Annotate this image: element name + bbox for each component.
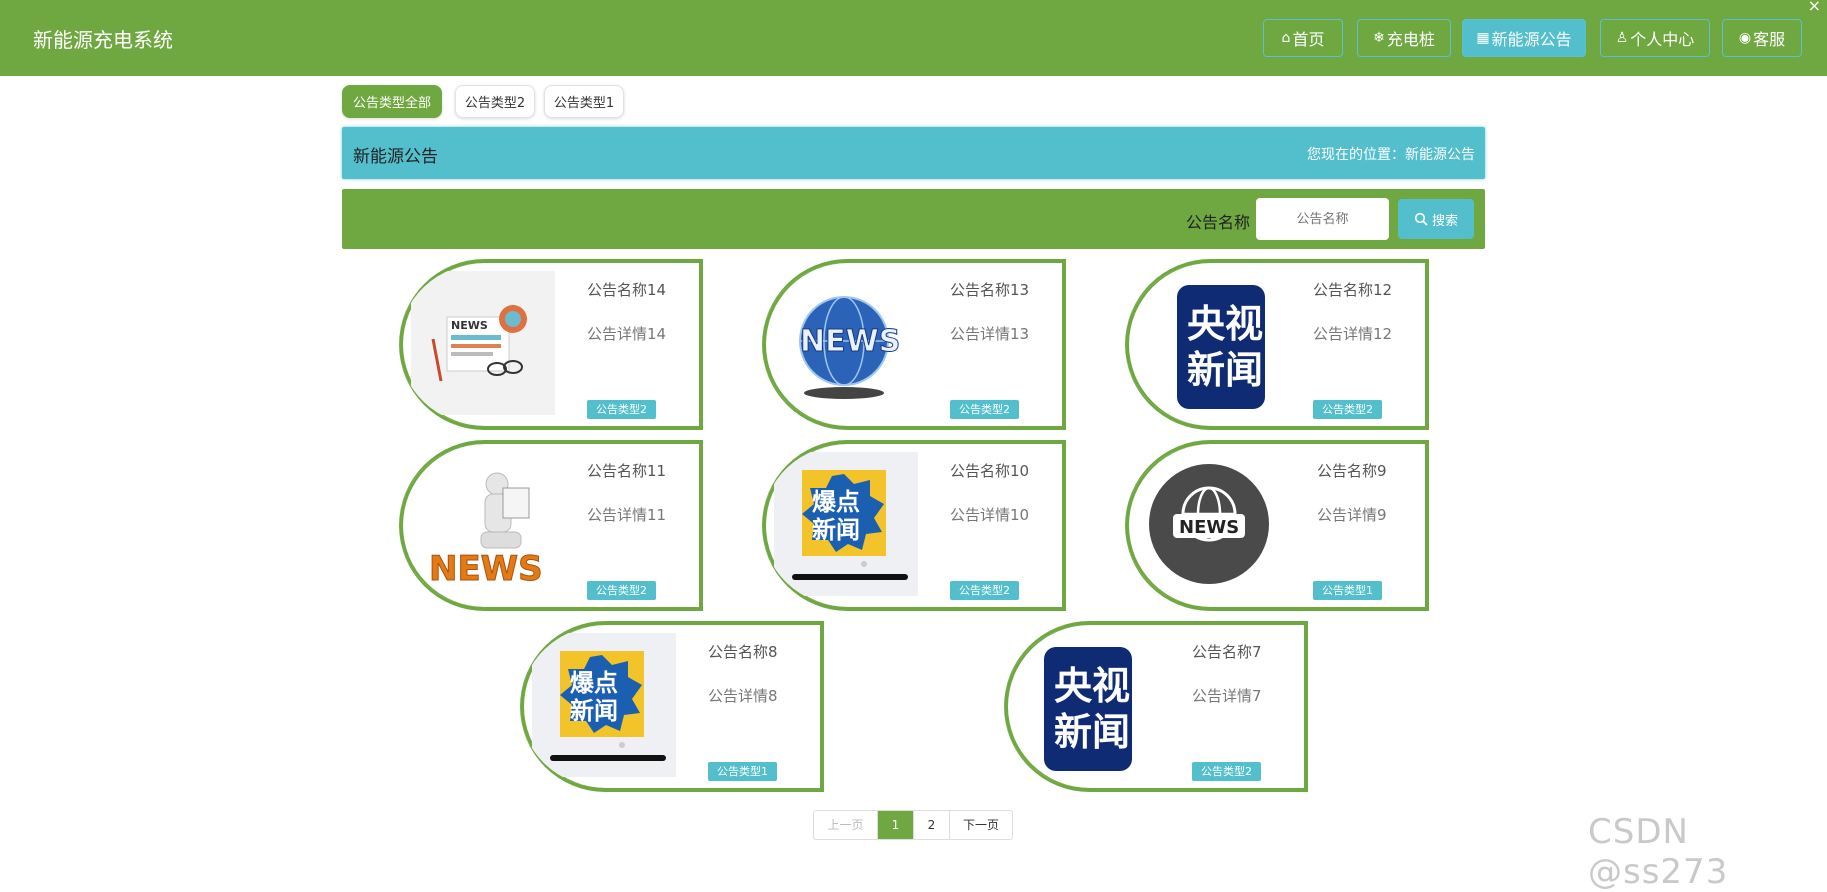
baodian-line1: 爆点	[812, 488, 860, 516]
nav-announcements[interactable]: ▦ 新能源公告	[1462, 19, 1586, 57]
card-detail: 公告详情12	[1313, 325, 1393, 343]
announcement-card[interactable]: NEWS 公告名称9 公告详情9 公告类型1	[1125, 440, 1429, 611]
card-type-badge: 公告类型1	[708, 762, 777, 781]
page-button-2[interactable]: 2	[914, 811, 950, 839]
search-bar: 公告名称 搜索	[342, 189, 1485, 249]
card-title: 公告名称13	[950, 281, 1030, 299]
cctv-news-image: 央视 新闻	[1137, 271, 1281, 415]
nav-home[interactable]: ⌂ 首页	[1263, 19, 1343, 57]
close-icon[interactable]: ×	[1808, 0, 1821, 15]
card-detail: 公告详情8	[708, 687, 778, 705]
news-reader-image: NEWS	[411, 452, 555, 596]
nav-charging-pile[interactable]: ❄ 充电桩	[1357, 19, 1451, 57]
home-icon: ⌂	[1281, 30, 1291, 46]
announcement-card[interactable]: 爆点 新闻 公告名称8 公告详情8 公告类型1	[520, 621, 824, 792]
card-title: 公告名称7	[1192, 643, 1262, 661]
cctv-line1: 央视	[1187, 302, 1263, 346]
card-detail: 公告详情13	[950, 325, 1030, 343]
section-title-bar: 新能源公告 您现在的位置：新能源公告	[342, 127, 1485, 179]
card-type-badge: 公告类型2	[950, 581, 1019, 600]
card-type-badge: 公告类型2	[950, 400, 1019, 419]
breadcrumb: 您现在的位置：新能源公告	[1307, 147, 1475, 163]
announcement-card[interactable]: 央视 新闻 公告名称12 公告详情12 公告类型2	[1125, 259, 1429, 430]
baodian-news-image: 爆点 新闻	[532, 633, 676, 777]
baodian-news-image: 爆点 新闻	[774, 452, 918, 596]
app-title: 新能源充电系统	[33, 28, 173, 52]
top-header: 新能源充电系统 ⌂ 首页 ❄ 充电桩 ▦ 新能源公告 ♙ 个人中心 ◉ 客服 ×	[0, 0, 1827, 76]
news-globe-image: NEWS	[774, 271, 918, 415]
watermark: CSDN @ss273	[1588, 812, 1729, 892]
support-icon: ◉	[1738, 30, 1752, 46]
announcement-card[interactable]: 央视 新闻 公告名称7 公告详情7 公告类型2	[1004, 621, 1308, 792]
nav-home-label: 首页	[1292, 30, 1325, 49]
user-icon: ♙	[1615, 30, 1629, 46]
news-reader-label: NEWS	[429, 549, 543, 589]
news-desk-image: NEWS	[411, 271, 555, 415]
card-detail: 公告详情9	[1317, 506, 1387, 524]
card-title: 公告名称10	[950, 462, 1030, 480]
news-desk-label: NEWS	[451, 319, 488, 332]
page-button-1[interactable]: 1	[878, 811, 914, 839]
baodian-line2: 新闻	[812, 516, 860, 544]
card-type-badge: 公告类型2	[1192, 762, 1261, 781]
card-type-badge: 公告类型2	[587, 400, 656, 419]
card-title: 公告名称8	[708, 643, 778, 661]
filter-tab-type1[interactable]: 公告类型1	[544, 85, 624, 118]
card-title: 公告名称12	[1313, 281, 1393, 299]
filter-tab-all[interactable]: 公告类型全部	[342, 85, 442, 118]
nav-charging-pile-label: 充电桩	[1386, 30, 1435, 49]
card-detail: 公告详情10	[950, 506, 1030, 524]
snowflake-icon: ❄	[1373, 30, 1385, 46]
card-detail: 公告详情14	[587, 325, 667, 343]
card-type-badge: 公告类型1	[1313, 581, 1382, 600]
nav-personal-center[interactable]: ♙ 个人中心	[1600, 19, 1710, 57]
card-title: 公告名称14	[587, 281, 667, 299]
news-circle-label: NEWS	[1179, 517, 1239, 538]
cctv-line1: 央视	[1054, 664, 1130, 708]
section-title: 新能源公告	[353, 147, 438, 167]
search-button[interactable]: 搜索	[1398, 199, 1474, 239]
card-detail: 公告详情7	[1192, 687, 1262, 705]
card-title: 公告名称9	[1317, 462, 1387, 480]
baodian-line2: 新闻	[570, 697, 618, 725]
announcement-card[interactable]: NEWS 公告名称11 公告详情11 公告类型2	[399, 440, 703, 611]
card-title: 公告名称11	[587, 462, 667, 480]
nav-customer-service-label: 客服	[1753, 30, 1786, 49]
newspaper-icon: ▦	[1476, 30, 1490, 46]
card-detail: 公告详情11	[587, 506, 667, 524]
baodian-line1: 爆点	[570, 669, 618, 697]
announcement-card[interactable]: 爆点 新闻 公告名称10 公告详情10 公告类型2	[762, 440, 1066, 611]
cctv-news-image: 央视 新闻	[1016, 633, 1160, 777]
search-icon	[1414, 212, 1428, 226]
news-globe-circle-image: NEWS	[1137, 452, 1281, 596]
pagination: 上一页 1 2 下一页	[813, 810, 1013, 840]
filter-tab-type2[interactable]: 公告类型2	[455, 85, 535, 118]
search-input[interactable]	[1256, 198, 1389, 240]
nav-customer-service[interactable]: ◉ 客服	[1722, 19, 1802, 57]
cctv-line2: 新闻	[1054, 710, 1130, 754]
nav-announcements-label: 新能源公告	[1491, 30, 1572, 49]
search-button-label: 搜索	[1431, 213, 1458, 229]
announcement-card[interactable]: NEWS 公告名称14 公告详情14 公告类型2	[399, 259, 703, 430]
announcement-card[interactable]: NEWS 公告名称13 公告详情13 公告类型2	[762, 259, 1066, 430]
news-globe-label: NEWS	[800, 324, 900, 359]
card-type-badge: 公告类型2	[587, 581, 656, 600]
nav-personal-center-label: 个人中心	[1630, 30, 1695, 49]
card-type-badge: 公告类型2	[1313, 400, 1382, 419]
search-label: 公告名称	[1186, 213, 1251, 232]
cctv-line2: 新闻	[1187, 348, 1263, 392]
prev-page-button[interactable]: 上一页	[814, 811, 878, 839]
next-page-button[interactable]: 下一页	[950, 811, 1012, 839]
